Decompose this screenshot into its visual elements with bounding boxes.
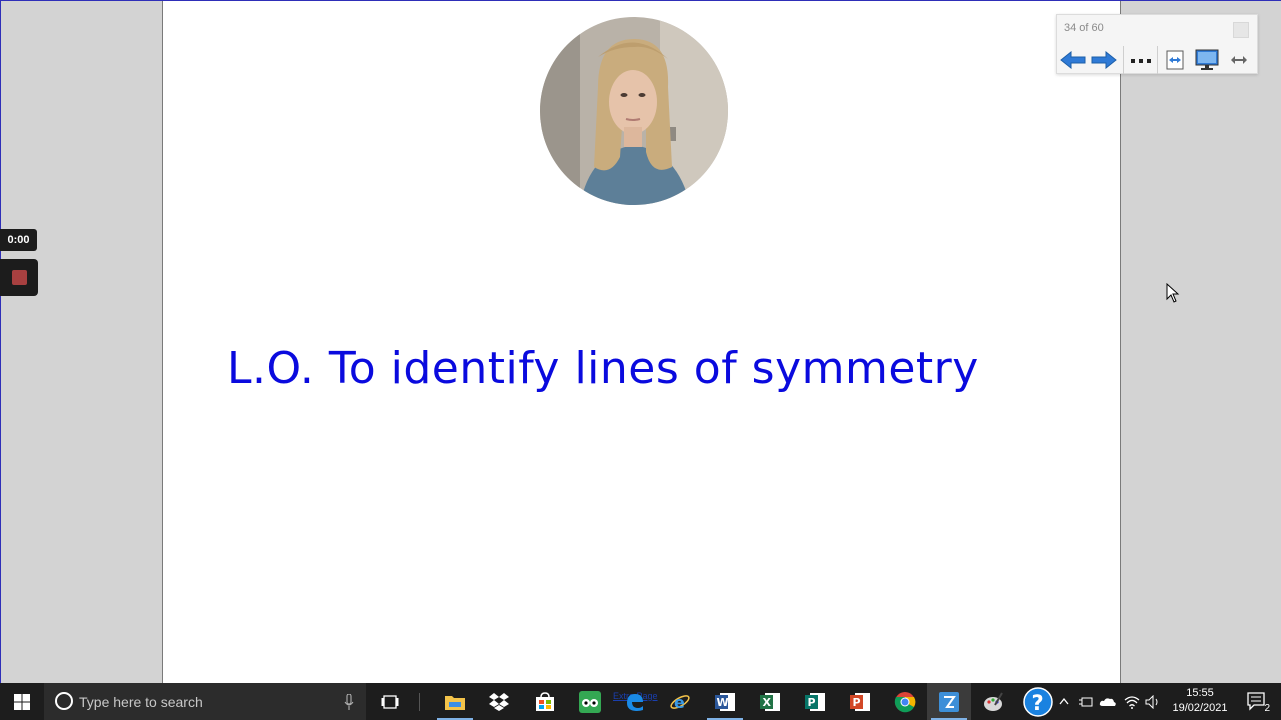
task-view-button[interactable] xyxy=(368,683,412,720)
file-explorer-button[interactable] xyxy=(433,683,477,720)
excel-button[interactable]: X xyxy=(748,683,792,720)
show-hidden-icons-button[interactable] xyxy=(1056,683,1072,720)
chrome-button[interactable] xyxy=(883,683,927,720)
clock-date: 19/02/2021 xyxy=(1172,702,1228,714)
navigator-close-button[interactable] xyxy=(1233,22,1249,38)
paint-button[interactable] xyxy=(971,683,1015,720)
taskbar-search-box[interactable]: Type here to search xyxy=(44,683,366,720)
toolbar-separator xyxy=(1157,46,1158,74)
tray-battery-button[interactable] xyxy=(1076,683,1096,720)
stop-icon xyxy=(11,270,27,285)
owl-icon xyxy=(579,690,601,713)
help-icon: ? xyxy=(1023,686,1053,717)
plug-icon xyxy=(1079,697,1093,706)
task-view-icon xyxy=(381,694,399,709)
wifi-icon xyxy=(1124,695,1140,709)
publisher-icon: P xyxy=(805,692,825,711)
ellipsis-icon xyxy=(1131,59,1151,63)
cortana-icon xyxy=(55,692,73,710)
whiteboard-app-icon xyxy=(939,691,959,712)
ie-icon: e xyxy=(670,693,690,712)
word-icon: W xyxy=(715,692,735,711)
mouse-cursor-icon xyxy=(1166,283,1180,303)
clock-time: 15:55 xyxy=(1186,687,1214,699)
store-icon xyxy=(536,691,554,711)
windows-icon xyxy=(14,693,30,710)
arrow-left-icon xyxy=(1060,51,1086,69)
start-button[interactable] xyxy=(0,683,44,720)
cloud-icon xyxy=(1099,697,1116,706)
svg-text:W: W xyxy=(717,696,729,709)
svg-text:P: P xyxy=(853,696,861,709)
full-screen-button[interactable] xyxy=(1193,48,1221,72)
webcam-avatar xyxy=(540,17,728,205)
whiteboard-app-button[interactable] xyxy=(927,683,971,720)
arrow-right-icon xyxy=(1091,51,1117,69)
svg-text:?: ? xyxy=(1032,691,1044,715)
slide-title: L.O. To identify lines of symmetry xyxy=(227,343,979,394)
more-options-button[interactable] xyxy=(1127,48,1155,72)
onedrive-button[interactable] xyxy=(1098,683,1118,720)
microsoft-store-button[interactable] xyxy=(523,683,567,720)
monitor-icon xyxy=(1195,49,1219,70)
stop-recording-button[interactable] xyxy=(0,259,38,296)
page-count: 34 of 60 xyxy=(1064,22,1104,34)
volume-button[interactable] xyxy=(1143,683,1163,720)
speaker-icon xyxy=(1145,694,1158,709)
svg-text:P: P xyxy=(808,696,816,709)
edge-icon xyxy=(627,693,643,711)
chrome-icon xyxy=(894,691,916,712)
clock[interactable]: 15:55 19/02/2021 xyxy=(1166,686,1234,716)
next-page-button[interactable] xyxy=(1090,48,1118,72)
help-button[interactable]: ? xyxy=(1020,683,1056,720)
edge-button[interactable] xyxy=(613,683,657,720)
workspace-background: L.O. To identify lines of symmetry xyxy=(0,0,1281,684)
powerpoint-button[interactable]: P xyxy=(838,683,882,720)
microphone-icon xyxy=(344,694,354,710)
folder-icon xyxy=(445,695,465,710)
whiteboard-page[interactable]: L.O. To identify lines of symmetry xyxy=(162,1,1121,684)
search-placeholder: Type here to search xyxy=(79,693,203,710)
word-button[interactable]: W xyxy=(703,683,747,720)
previous-page-button[interactable] xyxy=(1059,48,1087,72)
taskbar: Type here to search Extra Page e W X P P xyxy=(0,683,1281,720)
action-center-button[interactable]: 2 xyxy=(1238,683,1278,720)
recording-timer: 0:00 xyxy=(0,229,37,251)
page-width-icon xyxy=(1166,50,1184,70)
publisher-button[interactable]: P xyxy=(793,683,837,720)
svg-text:X: X xyxy=(763,696,772,709)
toolbar-separator xyxy=(1123,46,1124,74)
excel-icon: X xyxy=(760,692,780,711)
page-width-button[interactable] xyxy=(1161,48,1189,72)
expand-toolbar-button[interactable] xyxy=(1225,48,1253,72)
page-navigator: 34 of 60 xyxy=(1056,14,1258,74)
dropbox-button[interactable] xyxy=(477,683,521,720)
svg-text:e: e xyxy=(674,693,685,712)
powerpoint-icon: P xyxy=(850,692,870,711)
notification-count: 2 xyxy=(1264,703,1270,714)
double-arrow-icon xyxy=(1231,56,1247,64)
dropbox-icon xyxy=(489,692,509,711)
palette-icon xyxy=(984,691,1003,711)
chevron-up-icon xyxy=(1059,698,1069,705)
network-button[interactable] xyxy=(1122,683,1142,720)
taskbar-divider xyxy=(418,683,420,720)
internet-explorer-button[interactable]: e xyxy=(658,683,702,720)
tripadvisor-button[interactable] xyxy=(568,683,612,720)
